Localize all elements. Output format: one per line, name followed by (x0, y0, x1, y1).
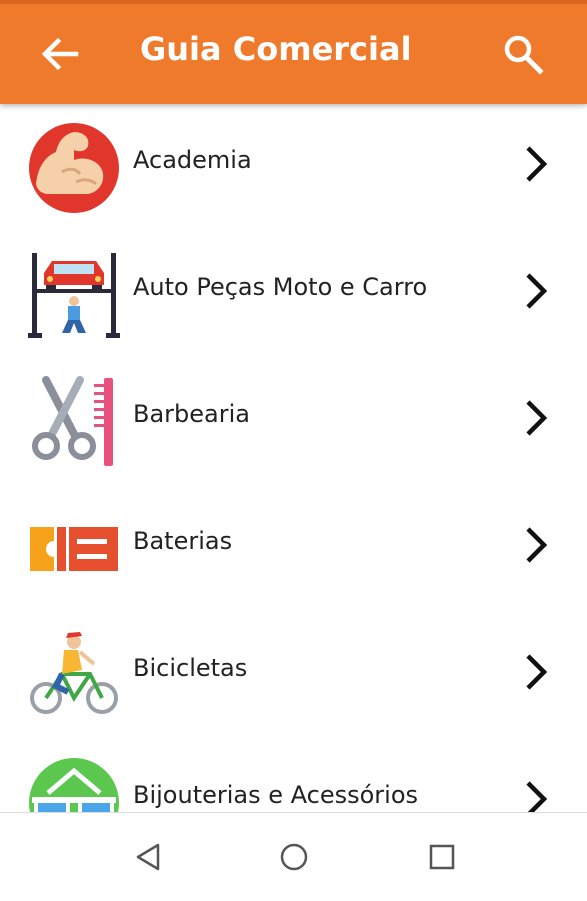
nav-home-button[interactable] (276, 839, 312, 875)
search-icon (504, 35, 544, 75)
search-button[interactable] (500, 32, 546, 76)
nav-home-icon (280, 843, 308, 871)
list-item-academia[interactable]: Academia (0, 104, 587, 231)
sunglasses-icon (29, 758, 119, 812)
scissors-comb-icon (32, 376, 113, 466)
item-label: Academia (133, 146, 252, 174)
item-label: Barbearia (133, 400, 250, 428)
car-lift-mechanic-icon (28, 253, 120, 338)
nav-recents-button[interactable] (424, 839, 460, 875)
status-strip (0, 0, 587, 4)
nav-recents-icon (429, 844, 455, 870)
cyclist-icon (30, 632, 118, 714)
system-nav-bar (0, 812, 587, 901)
app-bar: Guia Comercial (0, 0, 587, 104)
chevron-right-icon (526, 146, 548, 182)
list-item-barbearia[interactable]: Barbearia (0, 358, 587, 485)
list-item-bicicletas[interactable]: Bicicletas (0, 612, 587, 739)
battery-icon (30, 527, 118, 571)
item-label: Baterias (133, 527, 233, 555)
item-label: Bicicletas (133, 654, 248, 682)
page-title: Guia Comercial (140, 30, 412, 68)
chevron-right-icon (526, 400, 548, 436)
flexed-arm-icon (29, 123, 119, 213)
list-item-auto-pecas[interactable]: Auto Peças Moto e Carro (0, 231, 587, 358)
list-item-bijouterias[interactable]: Bijouterias e Acessórios (0, 739, 587, 812)
chevron-right-icon (526, 527, 548, 563)
item-label: Auto Peças Moto e Carro (133, 273, 428, 301)
nav-back-icon (136, 843, 160, 871)
item-label: Bijouterias e Acessórios (133, 781, 419, 809)
chevron-right-icon (526, 654, 548, 690)
arrow-left-icon (41, 37, 79, 71)
nav-back-button[interactable] (130, 839, 166, 875)
chevron-right-icon (526, 781, 548, 812)
back-button[interactable] (38, 34, 82, 74)
category-list: Academia Auto Peças Moto e Carro Barbear… (0, 104, 587, 812)
list-item-baterias[interactable]: Baterias (0, 485, 587, 612)
chevron-right-icon (526, 273, 548, 309)
